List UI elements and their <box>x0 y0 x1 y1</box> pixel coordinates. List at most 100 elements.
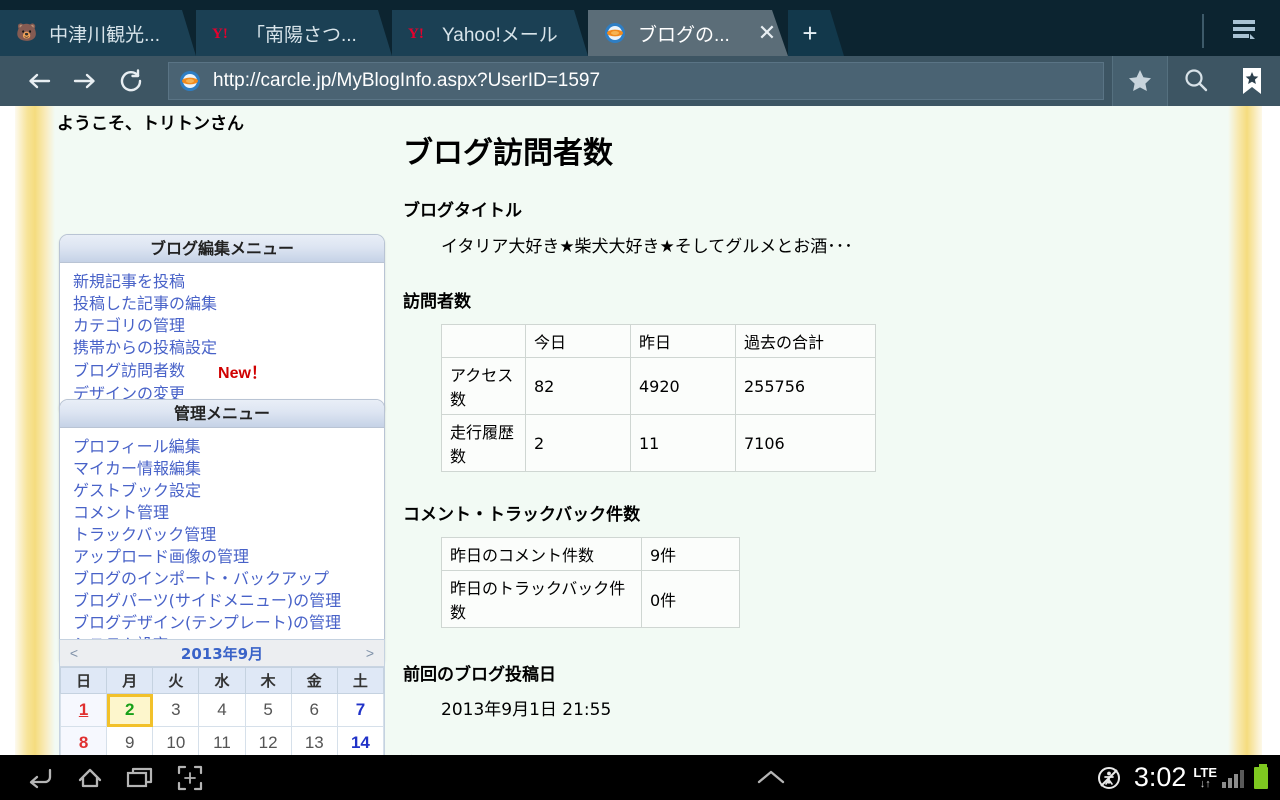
table-row: 走行履歴数 2 11 7106 <box>442 415 876 472</box>
calendar-day-7[interactable]: 7 <box>337 694 383 727</box>
cell-today: 2 <box>526 415 631 472</box>
tab-title: 「南陽さつ... <box>246 20 357 47</box>
calendar-day-8[interactable]: 8 <box>61 727 107 756</box>
sidebar-item-category[interactable]: カテゴリの管理 <box>60 315 185 337</box>
col-blank <box>442 325 526 358</box>
back-icon[interactable] <box>15 755 65 800</box>
sidebar-item-uploads[interactable]: アップロード画像の管理 <box>60 546 384 568</box>
cell-value: 9件 <box>642 538 740 571</box>
calendar-day-12[interactable]: 12 <box>245 727 291 756</box>
admin-menu-panel: 管理メニュー プロフィール編集 マイカー情報編集 ゲストブック設定 コメント管理… <box>59 399 385 667</box>
sidebar-item-trackbacks[interactable]: トラックバック管理 <box>60 524 384 546</box>
url-input[interactable]: http://carcle.jp/MyBlogInfo.aspx?UserID=… <box>168 62 1104 100</box>
sidebar-item-visitors[interactable]: ブログ訪問者数 <box>60 360 185 382</box>
calendar-day-1[interactable]: 1 <box>61 694 107 727</box>
forward-icon[interactable] <box>62 56 108 106</box>
calendar-week-row: 1234567 <box>61 694 384 727</box>
lastpost-value: 2013年9月1日 21:55 <box>441 695 1223 720</box>
tab-title: 中津川観光... <box>49 20 160 47</box>
calendar-day-6[interactable]: 6 <box>291 694 337 727</box>
android-system-bar: 3:02 LTE ↓↑ <box>0 755 1280 800</box>
data-arrows: ↓↑ <box>1200 779 1211 790</box>
calendar-prev-button[interactable]: < <box>60 645 88 661</box>
reload-icon[interactable] <box>108 56 154 106</box>
network-type-indicator: LTE ↓↑ <box>1193 766 1217 790</box>
calendar-day-13[interactable]: 13 <box>291 727 337 756</box>
signal-bars-icon <box>1222 768 1246 788</box>
calendar-day-11[interactable]: 11 <box>199 727 245 756</box>
sidebar-item-comments[interactable]: コメント管理 <box>60 502 384 524</box>
cell-total: 255756 <box>736 358 876 415</box>
col-yesterday: 昨日 <box>631 325 736 358</box>
calendar-day-3[interactable]: 3 <box>153 694 199 727</box>
sidebar-item-guestbook[interactable]: ゲストブック設定 <box>60 480 384 502</box>
back-icon[interactable] <box>16 56 62 106</box>
panel-body: プロフィール編集 マイカー情報編集 ゲストブック設定 コメント管理 トラックバッ… <box>60 428 384 666</box>
calendar-day-10[interactable]: 10 <box>153 727 199 756</box>
browser-menu-button[interactable] <box>1222 10 1266 50</box>
calendar-day-14[interactable]: 14 <box>337 727 383 756</box>
menu-row: 新規記事を投稿 <box>60 271 384 293</box>
search-icon[interactable] <box>1168 56 1224 106</box>
weekday-thu: 木 <box>245 668 291 694</box>
sidebar-item-edit-post[interactable]: 投稿した記事の編集 <box>60 293 217 315</box>
new-tab-button[interactable]: + <box>788 10 844 56</box>
page-title: ブログ訪問者数 <box>403 128 1223 172</box>
sidebar-item-mycar[interactable]: マイカー情報編集 <box>60 458 384 480</box>
col-today: 今日 <box>526 325 631 358</box>
panel-body: 新規記事を投稿 投稿した記事の編集 カテゴリの管理 携帯からの投稿設定 ブログ訪… <box>60 263 384 415</box>
sidebar-item-import-backup[interactable]: ブログのインポート・バックアップ <box>60 568 384 590</box>
new-badge: New！ <box>218 359 267 383</box>
browser-toolbar: http://carcle.jp/MyBlogInfo.aspx?UserID=… <box>0 56 1280 106</box>
sidebar-item-blogparts[interactable]: ブログパーツ(サイドメニュー)の管理 <box>60 590 384 612</box>
calendar-title: 2013年9月 <box>88 643 356 664</box>
home-icon[interactable] <box>65 755 115 800</box>
calendar-day-5[interactable]: 5 <box>245 694 291 727</box>
tab-strip: 🐻 中津川観光... Y! 「南陽さつ... Y! Yahoo!メール <box>0 0 1280 56</box>
bookmarks-ribbon-icon[interactable] <box>1224 56 1280 106</box>
sidebar-item-profile[interactable]: プロフィール編集 <box>60 436 384 458</box>
yahoo-icon: Y! <box>408 24 430 42</box>
mute-icon <box>1096 765 1122 791</box>
cell-today: 82 <box>526 358 631 415</box>
cell-yesterday: 11 <box>631 415 736 472</box>
tab-title: ブログの... <box>638 20 750 47</box>
weekday-wed: 水 <box>199 668 245 694</box>
blog-title-value: イタリア大好き★柴犬大好き★そしてグルメとお酒･･･ <box>441 232 1223 257</box>
browser-tab-3[interactable]: Y! Yahoo!メール <box>392 10 588 56</box>
status-tray[interactable]: 3:02 LTE ↓↑ <box>1096 762 1268 793</box>
tab-title: Yahoo!メール <box>442 20 558 47</box>
calendar-day-2[interactable]: 2 <box>107 694 153 727</box>
sidebar-item-blogdesign[interactable]: ブログデザイン(テンプレート)の管理 <box>60 612 384 634</box>
browser-tab-4-active[interactable]: ブログの... ✕ <box>588 10 788 56</box>
recents-icon[interactable] <box>115 755 165 800</box>
menu-row: カテゴリの管理 <box>60 315 384 337</box>
calendar-table: 日 月 火 水 木 金 土 12345678910111213141516171… <box>60 667 384 755</box>
carcle-icon <box>604 22 626 44</box>
calendar-next-button[interactable]: > <box>356 645 384 661</box>
svg-text:Y!: Y! <box>408 26 424 42</box>
weekday-tue: 火 <box>153 668 199 694</box>
calendar-day-4[interactable]: 4 <box>199 694 245 727</box>
network-label: LTE <box>1193 766 1217 779</box>
welcome-message: ようこそ、トリトンさん <box>57 109 244 134</box>
menu-row: ブログ訪問者数 New！ <box>60 359 384 383</box>
col-total: 過去の合計 <box>736 325 876 358</box>
browser-tab-1[interactable]: 🐻 中津川観光... <box>0 10 196 56</box>
screenshot-icon[interactable] <box>165 755 215 800</box>
expand-up-icon[interactable] <box>746 755 796 800</box>
cell-label: 走行履歴数 <box>442 415 526 472</box>
bookmark-star-icon[interactable] <box>1112 56 1168 106</box>
comments-label: コメント・トラックバック件数 <box>403 500 1223 525</box>
browser-tab-2[interactable]: Y! 「南陽さつ... <box>196 10 392 56</box>
weekday-fri: 金 <box>291 668 337 694</box>
sidebar-item-new-post[interactable]: 新規記事を投稿 <box>60 271 185 293</box>
panel-title: 管理メニュー <box>60 400 384 428</box>
sidebar-item-mobile-post[interactable]: 携帯からの投稿設定 <box>60 337 217 359</box>
calendar-day-9[interactable]: 9 <box>107 727 153 756</box>
page-viewport[interactable]: ようこそ、トリトンさん ブログ編集メニュー 新規記事を投稿 投稿した記事の編集 … <box>0 106 1280 755</box>
close-icon[interactable]: ✕ <box>756 22 778 44</box>
table-row: アクセス数 82 4920 255756 <box>442 358 876 415</box>
comments-table: 昨日のコメント件数 9件 昨日のトラックバック件数 0件 <box>441 537 740 628</box>
lastpost-label: 前回のブログ投稿日 <box>403 660 1223 685</box>
